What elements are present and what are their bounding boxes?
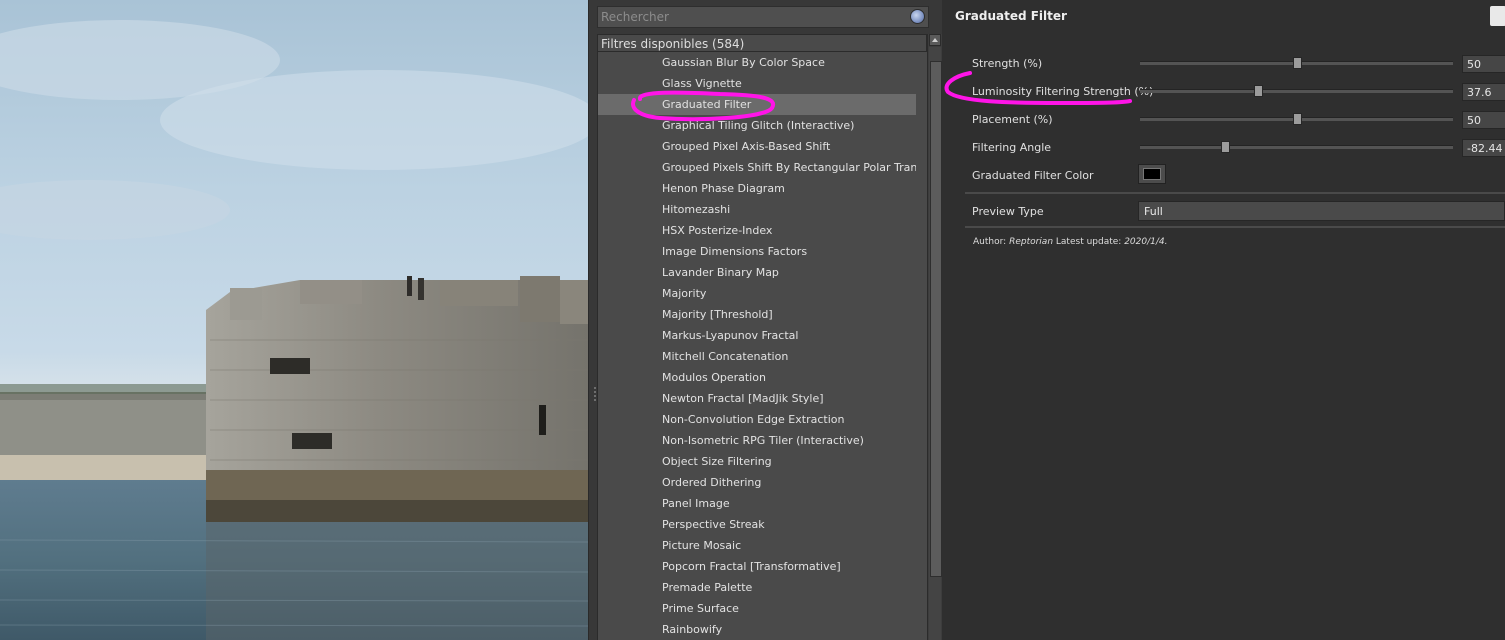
filter-list-item[interactable]: Henon Phase Diagram xyxy=(598,178,916,199)
filter-list-item[interactable]: Premade Palette xyxy=(598,577,916,598)
splitter-handle-left[interactable] xyxy=(594,385,597,405)
filter-list-item[interactable]: Gaussian Blur By Color Space xyxy=(598,52,916,73)
filter-list-scrollbar[interactable] xyxy=(927,34,942,640)
placement-slider[interactable] xyxy=(1140,113,1453,125)
placement-value-input[interactable]: 50 xyxy=(1462,111,1505,129)
filter-list-item-selected[interactable]: Graduated Filter xyxy=(598,94,916,115)
filtering-angle-value-input[interactable]: -82.44 xyxy=(1462,139,1505,157)
filter-list-item[interactable]: Non-Isometric RPG Tiler (Interactive) xyxy=(598,430,916,451)
panel-options-button[interactable] xyxy=(1490,6,1505,26)
strength-slider[interactable] xyxy=(1140,57,1453,69)
filter-list-item[interactable]: Grouped Pixel Axis-Based Shift xyxy=(598,136,916,157)
filter-list-item[interactable]: Newton Fractal [MadJik Style] xyxy=(598,388,916,409)
filter-list-item[interactable]: Perspective Streak xyxy=(598,514,916,535)
filter-list-item[interactable]: Majority [Threshold] xyxy=(598,304,916,325)
strength-slider-handle[interactable] xyxy=(1292,57,1302,69)
filter-list-item[interactable]: Mitchell Concatenation xyxy=(598,346,916,367)
filter-list-item[interactable]: Markus-Lyapunov Fractal xyxy=(598,325,916,346)
update-prefix: Latest update: xyxy=(1055,237,1122,247)
filtering-angle-label: Filtering Angle xyxy=(972,141,1052,154)
preview-type-label: Preview Type xyxy=(972,205,1044,218)
filter-list-item[interactable]: Glass Vignette xyxy=(598,73,916,94)
divider xyxy=(965,192,1505,194)
filters-panel: Filtres disponibles (584) Gaussian Blur … xyxy=(588,0,943,640)
luminosity-filtering-strength-slider-handle[interactable] xyxy=(1253,85,1263,97)
filter-list-header: Filtres disponibles (584) xyxy=(597,34,927,52)
preview-type-select[interactable]: Full xyxy=(1138,201,1505,221)
filter-list-item[interactable]: Modulos Operation xyxy=(598,367,916,388)
strength-value-input[interactable]: 50 xyxy=(1462,55,1505,73)
author-info: Author: Reptorian Latest update: 2020/1/… xyxy=(973,237,1168,247)
filter-list-item[interactable]: HSX Posterize-Index xyxy=(598,220,916,241)
filtering-angle-slider[interactable] xyxy=(1140,141,1453,153)
scroll-up-arrow-icon[interactable] xyxy=(929,34,941,46)
filter-list-item[interactable]: Grouped Pixels Shift By Rectangular Pola… xyxy=(598,157,916,178)
color-picker-button[interactable] xyxy=(1138,164,1166,184)
filter-list-item[interactable]: Image Dimensions Factors xyxy=(598,241,916,262)
placement-label: Placement (%) xyxy=(972,113,1053,126)
filter-list-item[interactable]: Prime Surface xyxy=(598,598,916,619)
filter-list-item[interactable]: Picture Mosaic xyxy=(598,535,916,556)
filter-list-item[interactable]: Hitomezashi xyxy=(598,199,916,220)
color-swatch xyxy=(1143,168,1161,180)
filtering-angle-slider-handle[interactable] xyxy=(1220,141,1230,153)
filter-list-item[interactable]: Panel Image xyxy=(598,493,916,514)
preview-image xyxy=(0,0,588,640)
settings-title: Graduated Filter xyxy=(955,9,1067,23)
author-name: Reptorian xyxy=(1009,237,1054,247)
scroll-thumb[interactable] xyxy=(930,61,942,577)
author-prefix: Author: xyxy=(973,237,1007,247)
preview-photo-castle xyxy=(0,20,588,640)
filter-list-item[interactable]: Non-Convolution Edge Extraction xyxy=(598,409,916,430)
luminosity-filtering-strength-value-input[interactable]: 37.6 xyxy=(1462,83,1505,101)
scroll-track[interactable] xyxy=(929,47,942,640)
luminosity-filtering-strength-slider[interactable] xyxy=(1140,85,1453,97)
strength-label: Strength (%) xyxy=(972,57,1043,70)
update-date: 2020/1/4. xyxy=(1124,237,1168,247)
search-icon[interactable] xyxy=(910,9,925,24)
filter-list-item[interactable]: Majority xyxy=(598,283,916,304)
divider xyxy=(965,226,1505,228)
filter-settings-panel: Graduated Filter Strength (%) 50 Luminos… xyxy=(942,0,1505,640)
filter-list-item[interactable]: Ordered Dithering xyxy=(598,472,916,493)
filter-list-item[interactable]: Object Size Filtering xyxy=(598,451,916,472)
filter-list-item[interactable]: Popcorn Fractal [Transformative] xyxy=(598,556,916,577)
search-input[interactable] xyxy=(601,7,901,27)
filter-list-item[interactable]: Rainbowify xyxy=(598,619,916,640)
graduated-filter-color-label: Graduated Filter Color xyxy=(972,169,1094,182)
filter-list[interactable]: Gaussian Blur By Color Space Glass Vigne… xyxy=(597,52,928,640)
search-box[interactable] xyxy=(597,6,929,28)
filter-list-item[interactable]: Graphical Tiling Glitch (Interactive) xyxy=(598,115,916,136)
filter-list-item[interactable]: Lavander Binary Map xyxy=(598,262,916,283)
placement-slider-handle[interactable] xyxy=(1292,113,1302,125)
luminosity-filtering-strength-label: Luminosity Filtering Strength (%) xyxy=(972,85,1154,98)
